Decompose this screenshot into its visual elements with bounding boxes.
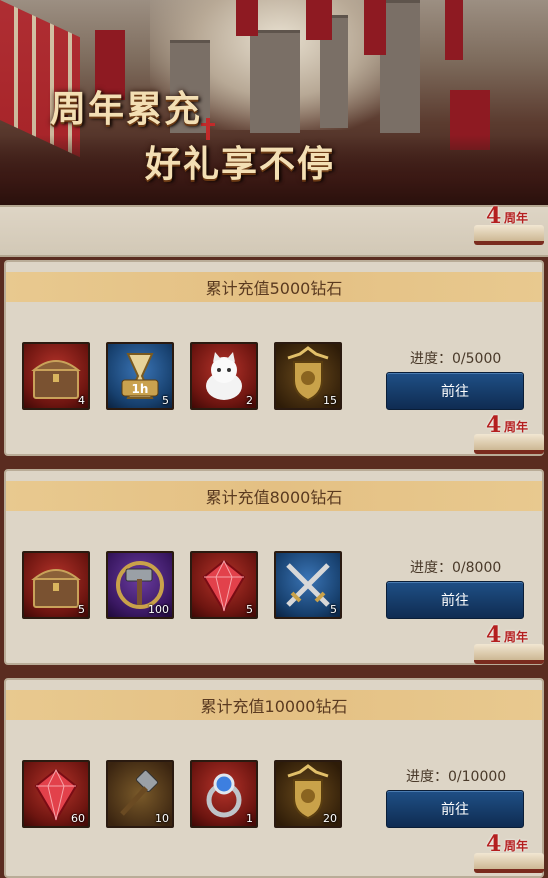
reward-item[interactable]: 100	[106, 551, 174, 619]
cake-icon	[474, 225, 544, 245]
reward-item[interactable]: 5	[22, 551, 90, 619]
go-button[interactable]: 前往	[386, 372, 524, 410]
banner-title-line1: 周年累充	[50, 88, 203, 130]
progress-text: 进度：0/8000	[410, 560, 502, 576]
reward-item[interactable]: 20	[274, 760, 342, 828]
badge-number: 4	[486, 412, 502, 438]
tier-title: 累计充值8000钻石	[6, 481, 542, 511]
item-quantity: 2	[246, 394, 253, 407]
reward-item[interactable]: 60	[22, 760, 90, 828]
reward-item[interactable]: 5	[274, 551, 342, 619]
cake-icon	[474, 644, 544, 664]
tier-title: 累计充值10000钻石	[6, 690, 542, 720]
reward-item[interactable]: 15	[274, 342, 342, 410]
tier-title: 累计充值5000钻石	[6, 272, 542, 302]
reward-item[interactable]: 1	[190, 760, 258, 828]
item-quantity: 5	[330, 603, 337, 616]
item-quantity: 1	[246, 812, 253, 825]
progress-text: 进度：0/5000	[410, 351, 502, 367]
go-button[interactable]: 前往	[386, 790, 524, 828]
svg-text:1h: 1h	[132, 382, 149, 396]
red-banner-flag	[445, 0, 463, 60]
badge-label: 周年	[504, 839, 529, 853]
item-quantity: 5	[78, 603, 85, 616]
red-banner-flag	[306, 0, 332, 40]
item-quantity: 5	[162, 394, 169, 407]
badge-number: 4	[486, 831, 502, 857]
tier-panel: 累计充值5000钻石 4 1h 5 2 15 进度：0/5000 前往	[4, 260, 544, 456]
item-quantity: 20	[323, 812, 337, 825]
item-quantity: 60	[71, 812, 85, 825]
item-quantity: 100	[148, 603, 169, 616]
reward-item[interactable]: 4	[22, 342, 90, 410]
reward-item[interactable]: 5	[190, 551, 258, 619]
tent-awning	[0, 0, 80, 158]
item-quantity: 5	[246, 603, 253, 616]
tier-panel: 累计充值10000钻石 60 10 1 20 进度：0/10000 前往	[4, 678, 544, 878]
cake-icon	[474, 434, 544, 454]
badge-label: 周年	[504, 211, 529, 225]
reward-item[interactable]: 1h 5	[106, 342, 174, 410]
red-banner-flag	[364, 0, 386, 55]
badge-number: 4	[486, 622, 502, 648]
reward-item[interactable]: 10	[106, 760, 174, 828]
anniversary-badge: 4 周年	[468, 412, 546, 456]
top-strip	[0, 205, 548, 257]
anniversary-badge: 4 周年	[468, 831, 546, 875]
red-banner-flag	[236, 0, 258, 36]
go-button[interactable]: 前往	[386, 581, 524, 619]
castle-tower	[250, 30, 300, 133]
anniversary-badge: 4 周年	[468, 203, 546, 247]
item-quantity: 4	[78, 394, 85, 407]
tier-panel: 累计充值8000钻石 5 100 5 5 进度：0/8000 前往	[4, 469, 544, 665]
reward-item[interactable]: 2	[190, 342, 258, 410]
banner-title-line2: 好礼享不停	[145, 143, 336, 185]
progress-text: 进度：0/10000	[406, 769, 507, 785]
anniversary-badge: 4 周年	[468, 622, 546, 666]
badge-number: 4	[486, 203, 502, 229]
cake-icon	[474, 853, 544, 873]
badge-label: 周年	[504, 630, 529, 644]
castle-tower	[380, 0, 420, 133]
badge-label: 周年	[504, 420, 529, 434]
item-quantity: 10	[155, 812, 169, 825]
item-quantity: 15	[323, 394, 337, 407]
event-banner: 周年累充 好礼享不停	[0, 0, 548, 205]
